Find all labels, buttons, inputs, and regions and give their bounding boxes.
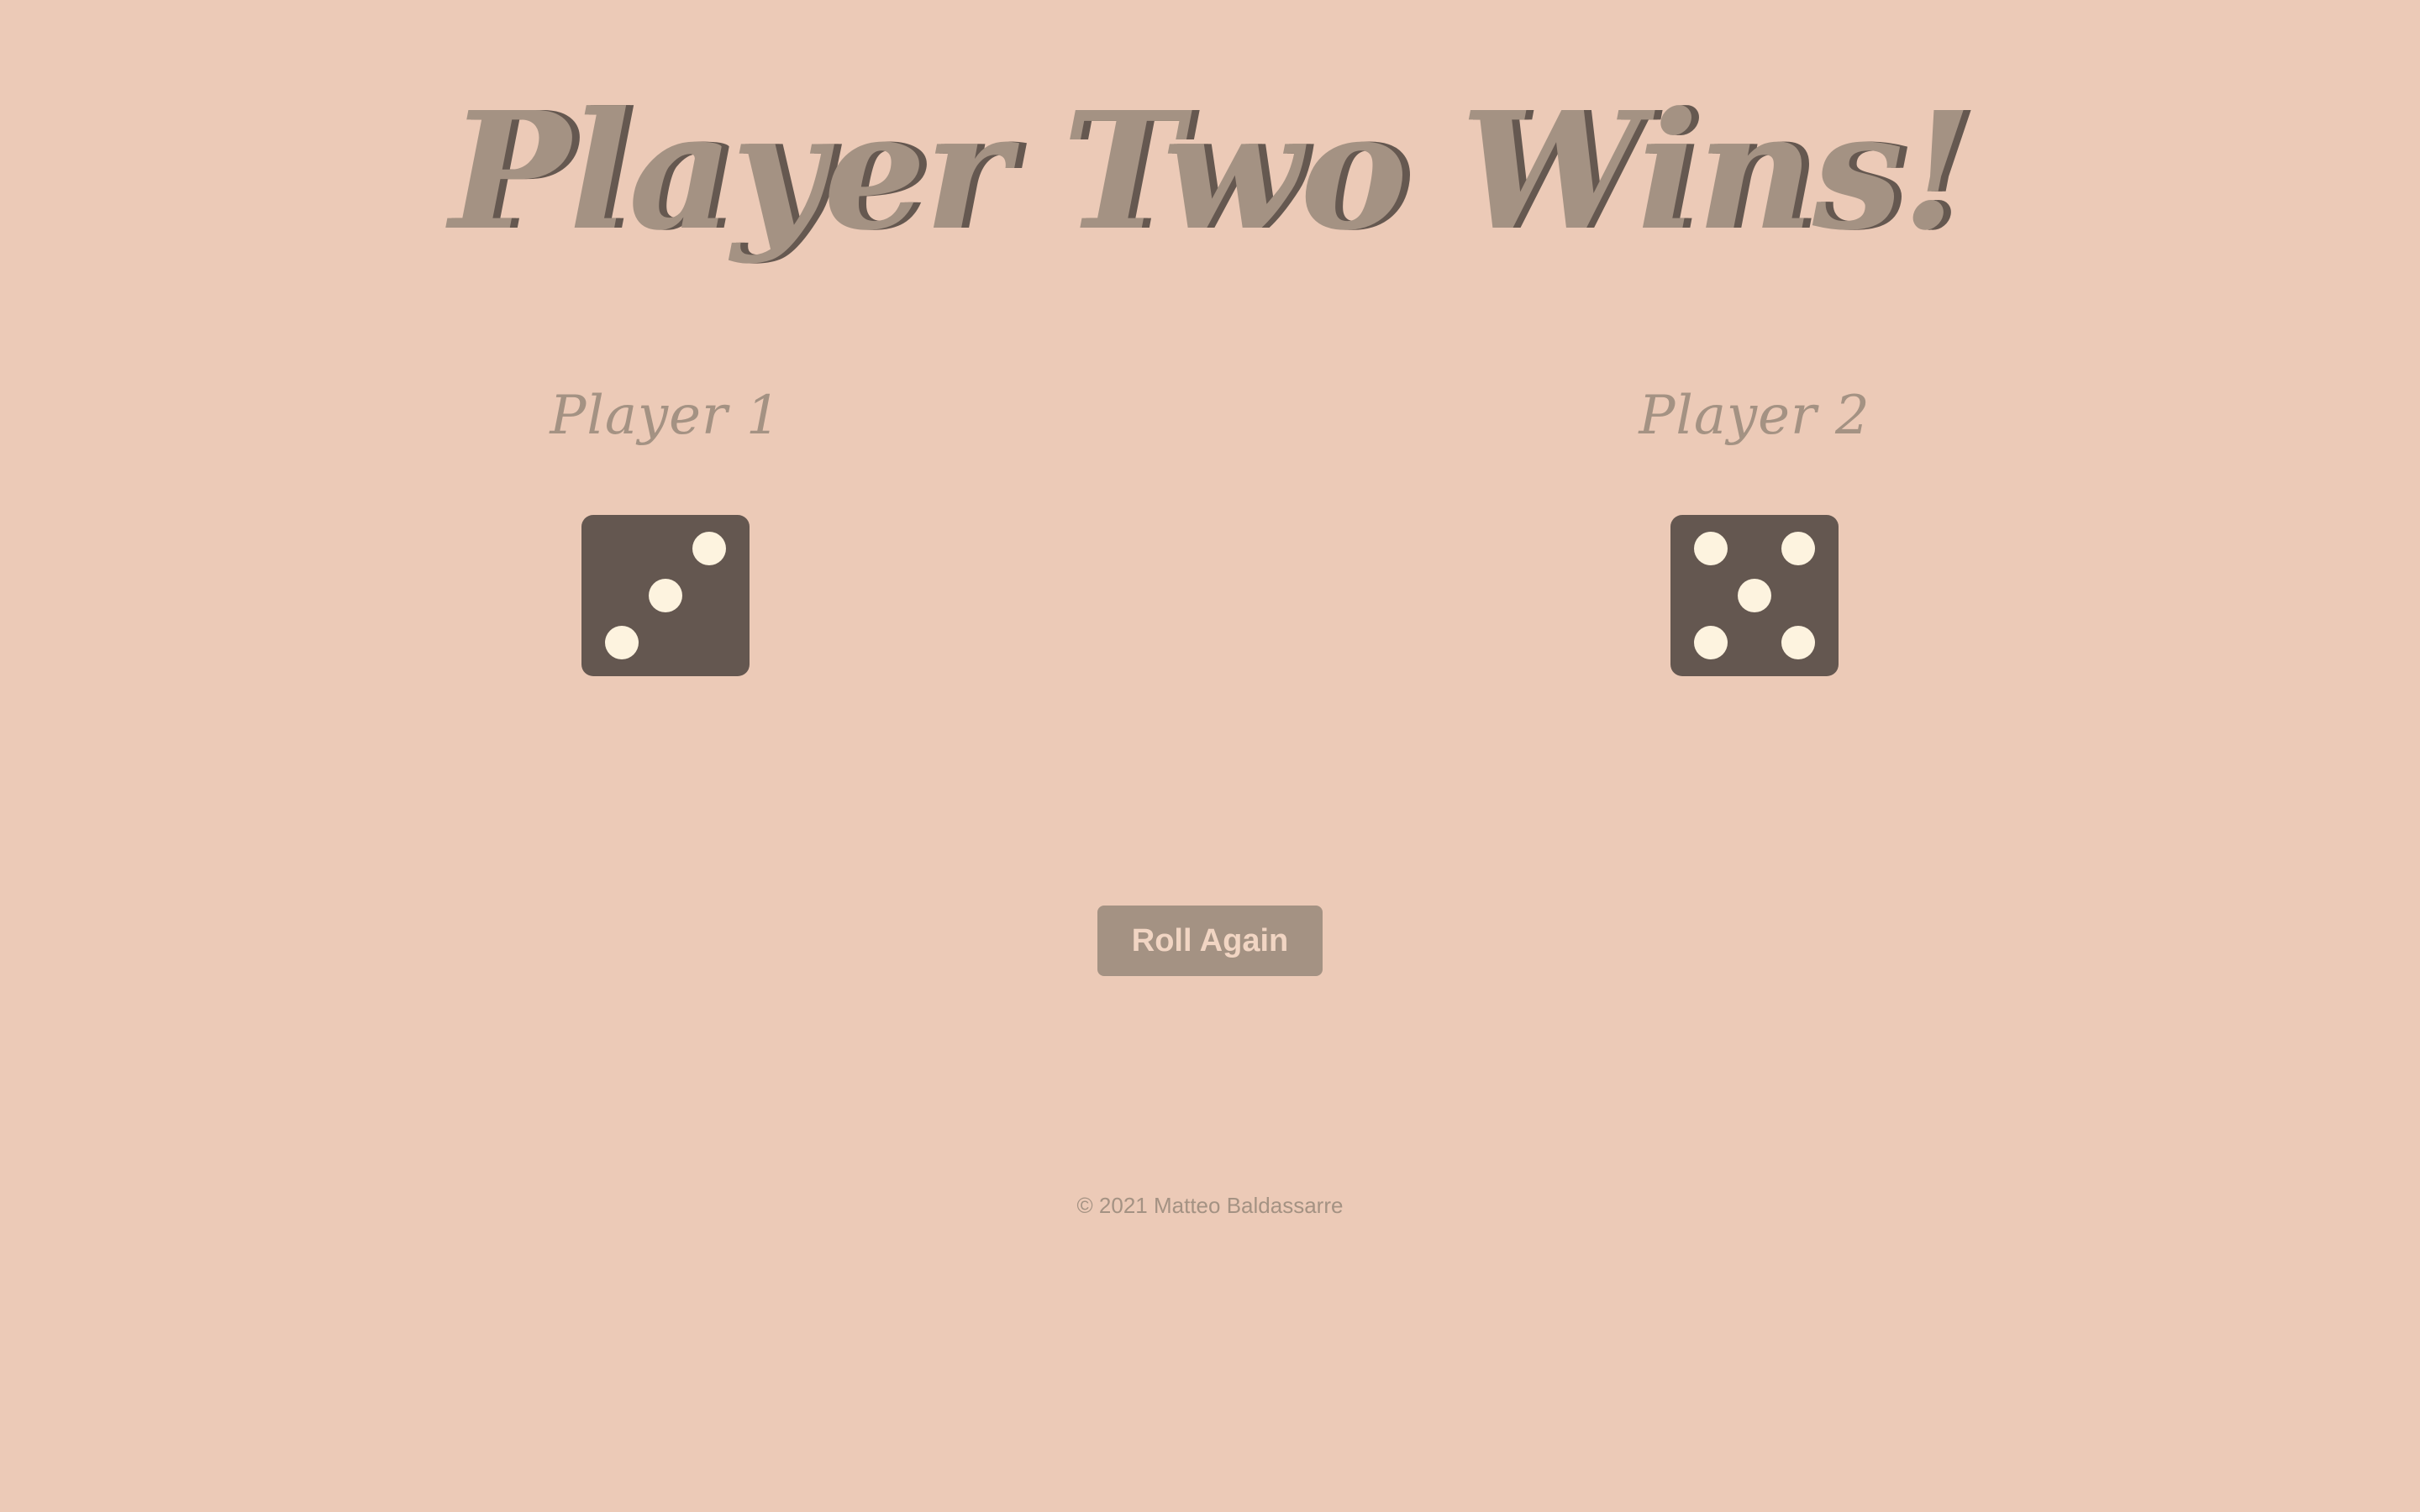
player-1-label: Player 1 bbox=[550, 385, 781, 447]
dice-game-page: Player Two Wins! Player 1 Player 2 Roll … bbox=[0, 0, 2420, 1512]
die-pip bbox=[1781, 532, 1815, 565]
roll-again-button[interactable]: Roll Again bbox=[1097, 906, 1323, 976]
player-2-panel: Player 2 bbox=[1628, 382, 1881, 449]
player-1-panel: Player 1 bbox=[539, 382, 792, 449]
die-pip bbox=[1738, 579, 1771, 612]
die-pip bbox=[1694, 626, 1728, 659]
player-2-label: Player 2 bbox=[1639, 385, 1870, 447]
die-pip bbox=[1694, 532, 1728, 565]
player-2-die bbox=[1670, 515, 1839, 676]
copyright-footer: © 2021 Matteo Baldassarre bbox=[1076, 1193, 1344, 1218]
die-pip bbox=[649, 579, 682, 612]
die-pip bbox=[1781, 626, 1815, 659]
die-pip bbox=[605, 626, 639, 659]
die-pip bbox=[692, 532, 726, 565]
player-1-die bbox=[581, 515, 750, 676]
page-title: Player Two Wins! bbox=[449, 77, 1973, 266]
